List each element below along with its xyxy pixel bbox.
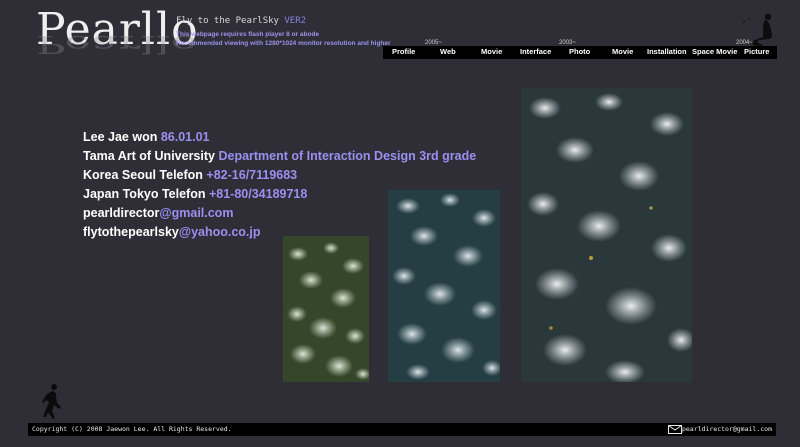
japan-phone: +81-80/34189718 — [208, 187, 308, 201]
site-logo-reflection: Pearllo — [36, 30, 199, 59]
photo-medium[interactable] — [388, 190, 500, 382]
nav-installation[interactable]: Installation — [647, 47, 687, 56]
resolution-note: Recommended viewing with 1280*1024 monit… — [176, 40, 391, 47]
korea-phone: +82-16/7119683 — [206, 168, 298, 182]
running-figure-icon — [42, 384, 61, 419]
profile-department: Department of Interaction Design 3rd gra… — [218, 149, 477, 163]
nav-space-movie[interactable]: Space Movie — [692, 47, 737, 56]
profile-birthdate: 86.01.01 — [160, 130, 210, 144]
profile-school: Tama Art of University — [83, 149, 215, 163]
flash-requirement-note: This webpage requires flash player 8 or … — [176, 31, 320, 38]
korea-phone-label: Korea Seoul Telefon — [83, 168, 203, 182]
photo-large[interactable] — [521, 88, 692, 382]
email-gmail-user: pearldirector — [83, 206, 160, 220]
profile-name-row: Lee Jae won 86.01.01 — [83, 128, 476, 147]
tagline: Fly to the PearlSky VER2 — [176, 16, 306, 26]
nav-movie[interactable]: Movie — [481, 47, 502, 56]
copyright-text: Copyright (C) 2008 Jaewon Lee. All Right… — [32, 425, 232, 433]
footer-bar: Copyright (C) 2008 Jaewon Lee. All Right… — [28, 423, 776, 436]
sitting-figure-icon — [743, 13, 773, 47]
email-gmail-domain: @gmail.com — [159, 206, 234, 220]
profile-name: Lee Jae won — [83, 130, 158, 144]
nav-profile[interactable]: Profile — [392, 47, 415, 56]
footer-email-link[interactable]: pearldirector@gmail.com — [682, 425, 772, 433]
nav-photo[interactable]: Photo — [569, 47, 590, 56]
nav-movie-2[interactable]: Movie — [612, 47, 633, 56]
photo-small[interactable] — [283, 236, 369, 382]
japan-phone-label: Japan Tokyo Telefon — [83, 187, 206, 201]
nav-web[interactable]: Web — [440, 47, 456, 56]
mail-icon[interactable] — [668, 425, 682, 434]
email-yahoo-user: flytothepearlsky — [83, 225, 179, 239]
nav-interface[interactable]: Interface — [520, 47, 551, 56]
profile-school-row: Tama Art of University Department of Int… — [83, 147, 476, 166]
email-yahoo-domain: @yahoo.co.jp — [178, 225, 261, 239]
version-label: VER2 — [284, 16, 307, 26]
tagline-text: Fly to the PearlSky — [176, 16, 279, 26]
profile-korea-row: Korea Seoul Telefon +82-16/7119683 — [83, 166, 476, 185]
